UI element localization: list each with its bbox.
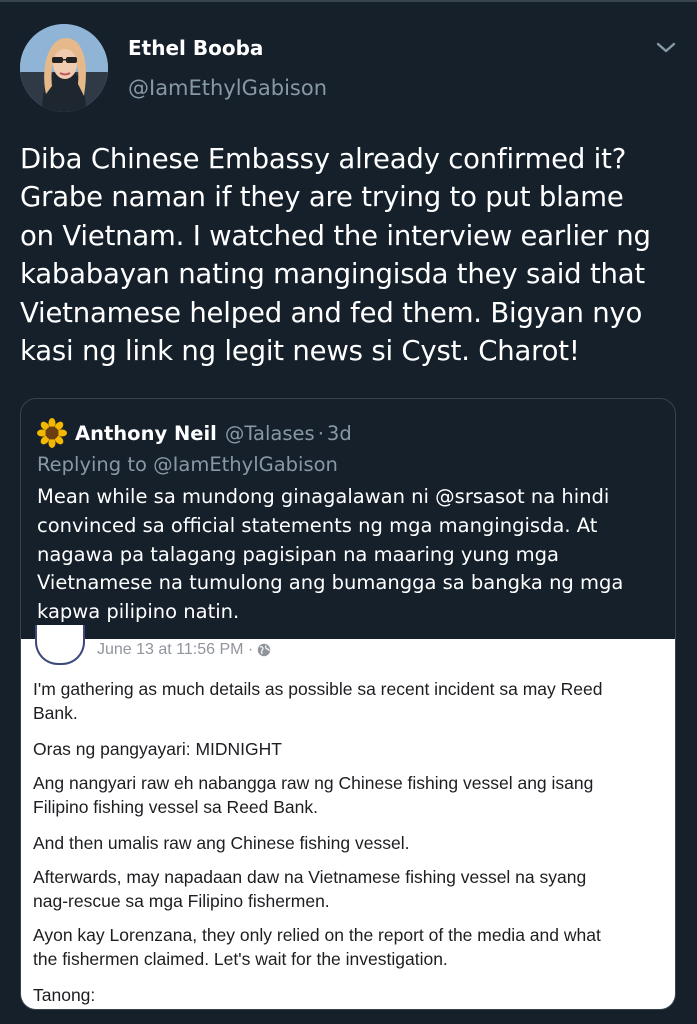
- replying-to[interactable]: Replying to @IamEthylGabison: [37, 453, 338, 476]
- quoted-handle: @Talases: [224, 421, 315, 445]
- quoted-tweet[interactable]: Anthony Neil @Talases · 3d Replying to @…: [20, 398, 676, 1010]
- tweet-text: Diba Chinese Embassy already confirmed i…: [20, 143, 651, 368]
- avatar: [35, 625, 85, 665]
- facebook-post-screenshot: June 13 at 11:56 PM · I'm gathering as m…: [21, 625, 675, 1009]
- post-paragraph: Ang nangyari raw eh nabangga raw ng Chin…: [33, 773, 594, 817]
- post-meta: June 13 at 11:56 PM ·: [97, 641, 271, 659]
- chevron-down-icon[interactable]: [655, 40, 677, 56]
- quoted-display-name: Anthony Neil: [75, 421, 217, 445]
- tweet-screen: Ethel Booba @IamEthylGabison Diba Chines…: [0, 0, 697, 1024]
- quoted-tweet-header: Anthony Neil @Talases · 3d: [37, 418, 352, 448]
- sunflower-icon: [37, 418, 67, 448]
- divider: [0, 0, 697, 2]
- globe-icon: [258, 643, 271, 657]
- quoted-tweet-text: Mean while sa mundong ginagalawan ni @sr…: [37, 485, 624, 624]
- post-paragraph: Oras ng pangyayari: MIDNIGHT: [33, 739, 282, 759]
- post-paragraph: I'm gathering as much details as possibl…: [33, 679, 603, 723]
- post-paragraph: Afterwards, may napadaan daw na Vietname…: [33, 867, 587, 911]
- post-paragraph: Ayon kay Lorenzana, they only relied on …: [33, 925, 601, 969]
- quoted-timestamp: 3d: [326, 421, 352, 445]
- post-paragraph: And then umalis raw ang Chinese fishing …: [33, 833, 410, 853]
- post-timestamp: June 13 at 11:56 PM ·: [97, 641, 254, 658]
- display-name[interactable]: Ethel Booba: [128, 36, 263, 60]
- user-handle[interactable]: @IamEthylGabison: [128, 76, 327, 100]
- post-paragraph: Tanong:: [33, 985, 96, 1005]
- separator-dot: ·: [317, 421, 324, 445]
- avatar[interactable]: [20, 24, 108, 112]
